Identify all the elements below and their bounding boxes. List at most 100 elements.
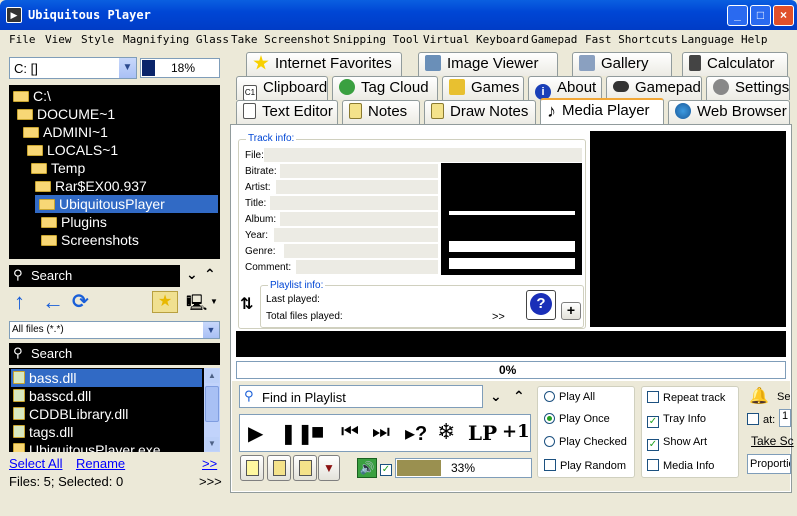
show-art-checkbox[interactable]: ✓ Show Art bbox=[647, 436, 707, 451]
tab-draw-notes[interactable]: Draw Notes bbox=[424, 100, 536, 124]
next-unknown-icon[interactable]: ▸? bbox=[405, 421, 427, 446]
scroll-down-icon[interactable]: ▼ bbox=[205, 437, 219, 451]
file-list[interactable]: bass.dll basscd.dll CDDBLibrary.dll tags… bbox=[9, 368, 220, 452]
edit-playlist-button[interactable] bbox=[293, 455, 317, 481]
close-button[interactable]: × bbox=[773, 5, 794, 26]
tab-tag-cloud[interactable]: Tag Cloud bbox=[332, 76, 438, 100]
maximize-button[interactable]: □ bbox=[750, 5, 771, 26]
menu-snipping-tool[interactable]: Snipping Tool bbox=[333, 33, 419, 46]
proportion-select[interactable]: Proportio bbox=[747, 454, 791, 474]
tree-item[interactable]: Rar$EX00.937 bbox=[35, 177, 147, 195]
at-checkbox[interactable]: at: bbox=[747, 413, 775, 426]
refresh-icon[interactable]: ⟳ bbox=[72, 289, 89, 314]
dropdown-button[interactable]: ▼ bbox=[318, 455, 340, 481]
drive-select[interactable]: C: [] ▼ bbox=[9, 57, 137, 79]
tree-item[interactable]: DOCUME~1 bbox=[17, 105, 115, 123]
scrollbar[interactable]: ▲ ▼ bbox=[204, 368, 220, 452]
bell-icon[interactable]: 🔔 bbox=[749, 386, 769, 406]
tab-gamepad[interactable]: Gamepad bbox=[606, 76, 702, 100]
tree-item[interactable]: C:\ bbox=[13, 87, 51, 105]
chevron-down-icon[interactable]: ▼ bbox=[210, 297, 218, 306]
seek-progress-bar[interactable]: 0% bbox=[236, 361, 786, 379]
more-link[interactable]: >> bbox=[202, 456, 217, 471]
scroll-up-icon[interactable]: ▲ bbox=[205, 369, 219, 383]
tab-clipboard[interactable]: C1 Clipboard bbox=[236, 76, 328, 101]
menu-view[interactable]: View bbox=[45, 33, 72, 46]
list-item[interactable]: UbiquitousPlayer.exe bbox=[13, 441, 161, 452]
tab-internet-favorites[interactable]: Internet Favorites bbox=[246, 52, 402, 76]
menu-language[interactable]: Language bbox=[681, 33, 734, 46]
tree-item[interactable]: ADMINI~1 bbox=[23, 123, 108, 141]
tab-media-player[interactable]: ♪ Media Player bbox=[540, 98, 664, 125]
volume-bar[interactable]: 33% bbox=[395, 458, 532, 478]
chevron-down-icon[interactable]: ▼ bbox=[119, 58, 136, 78]
tab-gallery[interactable]: Gallery bbox=[572, 52, 672, 76]
file-filter-select[interactable]: All files (*.*) ▼ bbox=[9, 321, 220, 339]
tab-about[interactable]: i About bbox=[528, 76, 602, 100]
arrow-left-icon[interactable]: ← bbox=[42, 289, 64, 315]
play-once-radio[interactable]: Play Once bbox=[544, 413, 610, 425]
repeat-track-checkbox[interactable]: Repeat track bbox=[647, 391, 725, 404]
chevron-down-icon[interactable]: ▼ bbox=[203, 322, 219, 338]
find-playlist-input[interactable]: ⚲ Find in Playlist bbox=[239, 385, 483, 408]
minimize-button[interactable]: _ bbox=[727, 5, 748, 26]
select-all-link[interactable]: Select All bbox=[9, 456, 62, 471]
open-playlist-button[interactable] bbox=[267, 455, 291, 481]
mute-checkbox[interactable]: ✓ bbox=[380, 461, 396, 476]
freeze-icon[interactable]: ❄ bbox=[437, 419, 455, 445]
chevron-up-icon[interactable]: ⌃ bbox=[513, 388, 525, 405]
tree-item[interactable]: LOCALS~1 bbox=[27, 141, 118, 159]
more-icon[interactable]: >>> bbox=[199, 474, 222, 489]
new-playlist-button[interactable] bbox=[240, 455, 264, 481]
list-item[interactable]: CDDBLibrary.dll bbox=[13, 405, 128, 423]
scroll-thumb[interactable] bbox=[205, 386, 219, 422]
tab-calculator[interactable]: Calculator bbox=[682, 52, 788, 76]
tab-settings[interactable]: Settings bbox=[706, 76, 790, 100]
search-input-folders[interactable]: ⚲ Search bbox=[9, 265, 180, 287]
list-item[interactable]: basscd.dll bbox=[13, 387, 91, 405]
chevron-up-icon[interactable]: ⌃ bbox=[204, 266, 216, 283]
help-button[interactable]: ? bbox=[526, 290, 556, 320]
arrow-up-icon[interactable]: ↑ bbox=[14, 289, 25, 315]
tab-notes[interactable]: Notes bbox=[342, 100, 420, 124]
menu-magnifying-glass[interactable]: Magnifying Glass bbox=[123, 33, 229, 46]
tray-info-checkbox[interactable]: ✓ Tray Info bbox=[647, 413, 706, 428]
tab-text-editor[interactable]: Text Editor bbox=[236, 100, 338, 124]
search-input-files[interactable]: ⚲ Search bbox=[9, 343, 220, 365]
tab-image-viewer[interactable]: Image Viewer bbox=[418, 52, 558, 76]
sort-icon[interactable]: ⇅ bbox=[240, 294, 253, 314]
star-icon[interactable]: ★ bbox=[152, 291, 178, 313]
computer-icon[interactable]: 🖳 bbox=[186, 292, 207, 319]
list-item-selected[interactable]: bass.dll bbox=[11, 369, 202, 387]
menu-virtual-keyboard[interactable]: Virtual Keyboard bbox=[423, 33, 529, 46]
play-icon[interactable]: ▶ bbox=[248, 421, 263, 446]
folder-tree[interactable]: C:\ DOCUME~1 ADMINI~1 LOCALS~1 Temp Rar$… bbox=[9, 85, 220, 259]
add-button[interactable]: + bbox=[561, 302, 581, 320]
next-icon[interactable]: ⏭ bbox=[372, 421, 390, 444]
tree-item[interactable]: Plugins bbox=[41, 213, 107, 231]
tab-web-browser[interactable]: Web Browser bbox=[668, 100, 790, 124]
menu-style[interactable]: Style bbox=[81, 33, 114, 46]
previous-icon[interactable]: ⏮ bbox=[341, 421, 359, 444]
chevron-down-icon[interactable]: ⌄ bbox=[186, 266, 198, 283]
speaker-icon[interactable]: 🔊 bbox=[357, 458, 377, 478]
rename-link[interactable]: Rename bbox=[76, 456, 125, 471]
tab-games[interactable]: Games bbox=[442, 76, 524, 100]
at-value-input[interactable]: 1 bbox=[779, 409, 791, 427]
playlist-more-icon[interactable]: >> bbox=[492, 311, 505, 323]
menu-help[interactable]: Help bbox=[741, 33, 768, 46]
take-screenshot-link[interactable]: Take Sc bbox=[751, 434, 794, 448]
menu-file[interactable]: File bbox=[9, 33, 36, 46]
tree-item[interactable]: Temp bbox=[31, 159, 85, 177]
chevron-down-icon[interactable]: ⌄ bbox=[490, 388, 502, 405]
menu-fast-shortcuts[interactable]: Fast Shortcuts bbox=[585, 33, 678, 46]
stop-icon[interactable]: ■ bbox=[311, 419, 324, 445]
menu-take-screenshot[interactable]: Take Screenshot bbox=[231, 33, 330, 46]
pause-icon[interactable]: ❚❚ bbox=[280, 421, 314, 446]
media-info-checkbox[interactable]: Media Info bbox=[647, 459, 714, 472]
plus-one-button[interactable]: +1 bbox=[502, 421, 530, 442]
play-all-radio[interactable]: Play All bbox=[544, 391, 595, 403]
menu-gamepad[interactable]: Gamepad bbox=[531, 33, 577, 46]
play-random-checkbox[interactable]: Play Random bbox=[544, 459, 626, 472]
tree-item-selected[interactable]: UbiquitousPlayer bbox=[35, 195, 218, 213]
